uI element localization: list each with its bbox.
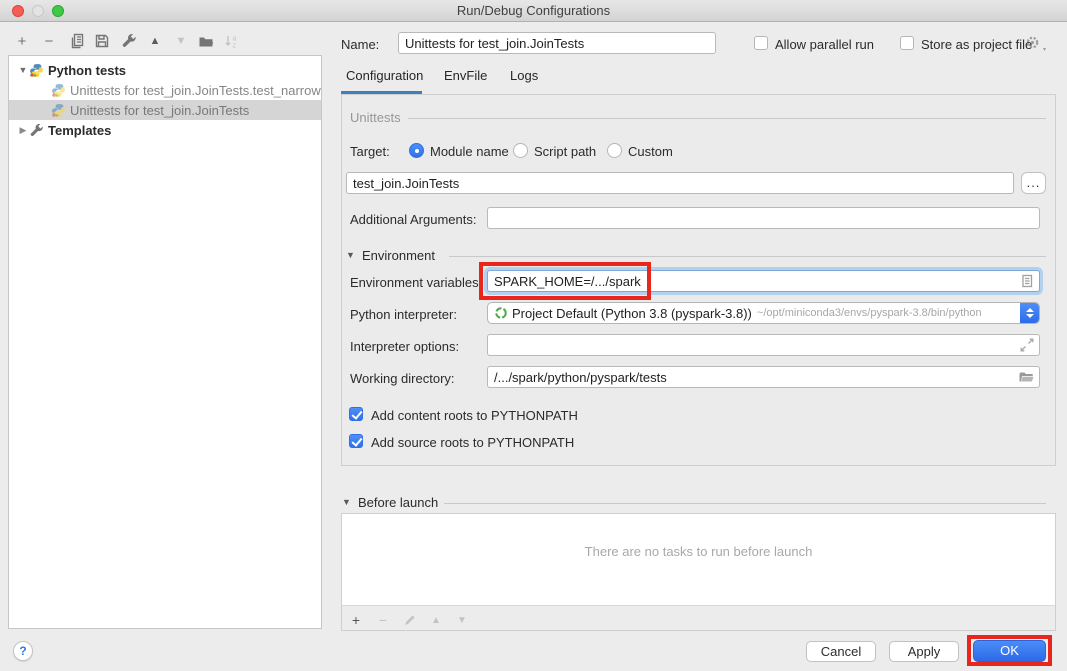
name-label: Name: [341,37,379,52]
titlebar: Run/Debug Configurations [0,0,1067,22]
copy-configuration-icon[interactable] [67,31,87,51]
tab-logs[interactable]: Logs [510,68,538,94]
add-configuration-icon[interactable]: + [12,31,32,51]
store-as-project-file-label: Store as project file [921,37,1032,52]
tree-item-label: Python tests [48,63,126,78]
allow-parallel-run-label: Allow parallel run [775,37,874,52]
move-task-down-icon: ▼ [452,610,472,630]
tree-item-label: Unittests for test_join.JoinTests.test_n… [70,83,321,98]
store-as-project-file-checkbox[interactable] [900,36,914,50]
remove-configuration-icon[interactable]: − [39,31,59,51]
sort-configurations-icon: az [222,31,242,51]
collapse-arrow-icon[interactable]: ▼ [17,65,29,75]
add-source-roots-label: Add source roots to PYTHONPATH [371,435,574,450]
group-divider [449,256,1046,257]
new-folder-icon[interactable] [196,31,216,51]
unittests-group-label: Unittests [350,110,401,125]
before-launch-empty-text: There are no tasks to run before launch [342,544,1055,559]
python-test-icon [51,83,66,98]
module-name-input[interactable] [346,172,1014,194]
allow-parallel-run-checkbox[interactable] [754,36,768,50]
move-task-up-icon: ▲ [426,610,446,630]
interpreter-options-label: Interpreter options: [350,339,459,354]
active-tab-underline [341,91,422,94]
tab-envfile[interactable]: EnvFile [444,68,487,94]
expand-field-icon[interactable] [1019,337,1035,353]
python-interpreter-select[interactable]: Project Default (Python 3.8 (pyspark-3.8… [487,302,1040,324]
working-directory-input[interactable] [487,366,1040,388]
add-source-roots-checkbox[interactable] [349,434,363,448]
folder-browse-icon[interactable] [1018,369,1034,385]
tree-item-python-tests[interactable]: ▼ Python tests [9,60,321,80]
group-divider [408,118,1046,119]
radio-script-path-label: Script path [534,144,596,159]
edit-task-pencil-icon [400,610,420,630]
interpreter-value: Project Default (Python 3.8 (pyspark-3.8… [512,306,752,321]
environment-collapse-icon[interactable]: ▼ [346,250,355,260]
tree-item-unittest-jointests[interactable]: Unittests for test_join.JoinTests [9,100,321,120]
conda-env-icon [494,306,508,320]
edit-templates-wrench-icon[interactable] [119,31,139,51]
radio-module-name-label: Module name [430,144,509,159]
remove-task-icon: − [373,610,393,630]
templates-wrench-icon [29,123,44,138]
additional-arguments-label: Additional Arguments: [350,212,476,227]
browse-module-button[interactable]: ... [1021,172,1046,194]
ok-button[interactable]: OK [973,640,1046,662]
add-task-icon[interactable]: + [346,610,366,630]
apply-button[interactable]: Apply [889,641,959,662]
tree-item-templates[interactable]: ▶ Templates [9,120,321,140]
radio-custom[interactable] [607,143,622,158]
additional-arguments-input[interactable] [487,207,1040,229]
select-spinner-icon[interactable] [1020,303,1039,323]
tree-item-unittest-narrow[interactable]: Unittests for test_join.JoinTests.test_n… [9,80,321,100]
target-label: Target: [350,144,390,159]
help-button[interactable]: ? [13,641,33,661]
radio-custom-label: Custom [628,144,673,159]
window-title: Run/Debug Configurations [0,0,1067,21]
save-configuration-icon[interactable] [92,31,112,51]
before-launch-section-label: Before launch [358,495,438,510]
close-window-icon[interactable] [12,5,24,17]
radio-module-name[interactable] [409,143,424,158]
name-input[interactable] [398,32,716,54]
tree-item-label: Unittests for test_join.JoinTests [70,103,249,118]
svg-text:z: z [233,43,237,50]
before-launch-panel: There are no tasks to run before launch … [341,513,1056,631]
interpreter-path: ~/opt/miniconda3/envs/pyspark-3.8/bin/py… [757,307,982,319]
move-down-icon: ▼ [171,31,191,51]
cancel-button[interactable]: Cancel [806,641,876,662]
expand-arrow-icon[interactable]: ▶ [17,125,29,136]
add-content-roots-label: Add content roots to PYTHONPATH [371,408,578,423]
configurations-tree: ▼ Python tests Unittests for test_join.J… [8,55,322,629]
python-test-icon [51,103,66,118]
interpreter-options-input[interactable] [487,334,1040,356]
tree-item-label: Templates [48,123,111,138]
environment-section-label: Environment [362,248,435,263]
env-vars-browse-icon[interactable] [1019,273,1035,289]
before-launch-collapse-icon[interactable]: ▼ [342,497,351,507]
python-tests-icon [29,63,44,78]
minimize-window-icon [32,5,44,17]
radio-script-path[interactable] [513,143,528,158]
group-divider [444,503,1046,504]
move-up-icon[interactable]: ▲ [145,31,165,51]
svg-text:a: a [233,36,237,43]
environment-variables-label: Environment variables: [350,275,482,290]
environment-variables-input[interactable] [487,270,1040,292]
before-launch-task-list[interactable]: There are no tasks to run before launch [342,514,1055,606]
working-directory-label: Working directory: [350,371,455,386]
python-interpreter-label: Python interpreter: [350,307,457,322]
store-options-gear-icon[interactable]: ▾ [1025,35,1040,53]
zoom-window-icon[interactable] [52,5,64,17]
add-content-roots-checkbox[interactable] [349,407,363,421]
